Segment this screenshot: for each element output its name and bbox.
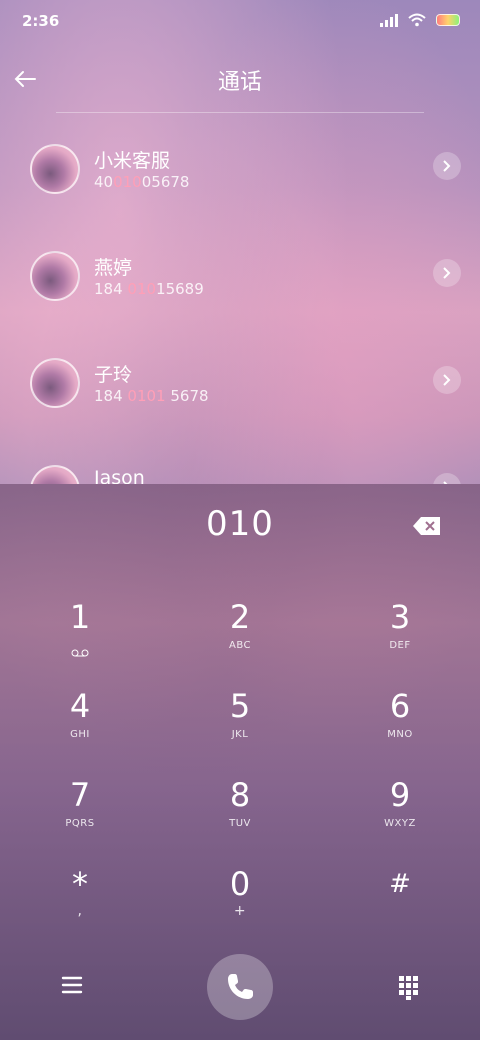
chevron-right-icon xyxy=(443,267,451,279)
contact-number: 4001005678 xyxy=(94,173,190,191)
page-title: 通话 xyxy=(217,70,262,95)
header-divider xyxy=(56,112,424,113)
key-letters: GHI xyxy=(70,729,90,740)
battery-icon xyxy=(436,14,460,26)
contact-name: 燕婷 xyxy=(94,257,133,279)
match-highlight: 0101 xyxy=(127,387,166,405)
chevron-right-icon xyxy=(443,374,451,386)
header: 通话 xyxy=(0,50,480,110)
status-bar: 2:36 xyxy=(0,0,480,44)
contact-detail-button[interactable] xyxy=(433,366,461,394)
contact-number: 184 01015689 xyxy=(94,280,204,298)
key-digit: 8 xyxy=(229,776,251,814)
key-digit: 0 xyxy=(229,865,251,903)
avatar xyxy=(30,144,80,194)
key-1[interactable]: 1 xyxy=(20,598,140,678)
key-0[interactable]: 0 + xyxy=(180,865,300,945)
backspace-button[interactable] xyxy=(412,516,442,536)
signal-icon xyxy=(380,13,398,27)
key-digit: 7 xyxy=(69,776,91,814)
key-5[interactable]: 5 JKL xyxy=(180,687,300,767)
contact-row[interactable]: Jason xyxy=(0,439,480,484)
contact-name: 小米客服 xyxy=(94,150,171,172)
contact-name: Jason xyxy=(94,467,145,484)
key-8[interactable]: 8 TUV xyxy=(180,776,300,856)
status-time: 2:36 xyxy=(22,12,60,30)
key-digit: 9 xyxy=(389,776,411,814)
key-letters: JKL xyxy=(231,729,249,740)
avatar xyxy=(30,358,80,408)
key-digit: 1 xyxy=(69,598,91,636)
contact-number: 184 0101 5678 xyxy=(94,387,209,405)
dialpad-toggle-button[interactable] xyxy=(396,974,420,1000)
key-digit: 4 xyxy=(69,687,91,725)
key-6[interactable]: 6 MNO xyxy=(340,687,460,767)
key-letters: ABC xyxy=(228,640,251,651)
key-digit: # xyxy=(389,869,411,899)
key-letters: TUV xyxy=(229,818,251,829)
dialed-number: 010 xyxy=(206,504,274,544)
bottom-bar xyxy=(0,950,480,1040)
wifi-icon xyxy=(408,13,426,27)
key-7[interactable]: 7 PQRS xyxy=(20,776,140,856)
call-button[interactable] xyxy=(207,954,273,1020)
key-hash[interactable]: # xyxy=(340,865,460,945)
phone-icon xyxy=(228,974,253,999)
key-star[interactable]: * , xyxy=(20,865,140,945)
key-letters: DEF xyxy=(389,640,411,651)
key-digit: 2 xyxy=(229,598,251,636)
avatar xyxy=(30,251,80,301)
status-icons xyxy=(380,13,460,27)
contact-row[interactable]: 小米客服 4001005678 xyxy=(0,118,480,218)
key-3[interactable]: 3 DEF xyxy=(340,598,460,678)
backspace-icon xyxy=(413,517,440,535)
key-letters: MNO xyxy=(387,729,413,740)
match-highlight: 010 xyxy=(113,173,142,191)
key-letters: PQRS xyxy=(65,818,95,829)
key-4[interactable]: 4 GHI xyxy=(20,687,140,767)
key-digit: * xyxy=(72,865,88,903)
contact-detail-button[interactable] xyxy=(433,259,461,287)
key-letters: + xyxy=(233,903,247,919)
contact-row[interactable]: 燕婷 184 01015689 xyxy=(0,225,480,325)
key-9[interactable]: 9 WXYZ xyxy=(340,776,460,856)
chevron-right-icon xyxy=(443,160,451,172)
dialpad-grid-icon xyxy=(399,976,418,1000)
key-2[interactable]: 2 ABC xyxy=(180,598,300,678)
match-highlight: 010 xyxy=(127,280,157,298)
menu-button[interactable] xyxy=(60,974,86,998)
contact-detail-button[interactable] xyxy=(433,152,461,180)
key-digit: 3 xyxy=(389,598,411,636)
key-letters: WXYZ xyxy=(384,818,416,829)
contact-detail-button[interactable] xyxy=(433,473,461,484)
key-digit: 6 xyxy=(389,687,411,725)
menu-icon xyxy=(61,976,83,994)
contact-name: 子玲 xyxy=(94,364,133,386)
contact-list: 小米客服 4001005678 燕婷 184 01015689 子玲 184 0… xyxy=(0,118,480,484)
avatar xyxy=(30,465,80,484)
key-digit: 5 xyxy=(229,687,251,725)
contact-row[interactable]: 子玲 184 0101 5678 xyxy=(0,332,480,432)
voicemail-icon xyxy=(20,642,140,661)
key-letters: , xyxy=(77,903,83,919)
